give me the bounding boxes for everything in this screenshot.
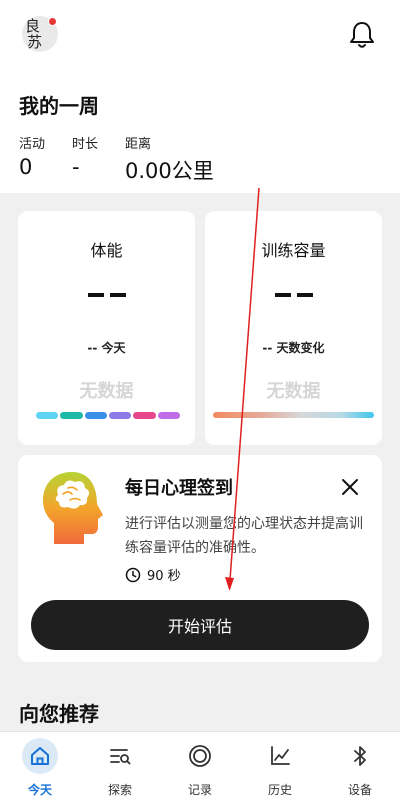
start-assessment-button[interactable]: 开始评估 bbox=[31, 600, 369, 650]
avatar-char: 苏 bbox=[27, 33, 43, 51]
fitness-bar-segment bbox=[133, 412, 156, 419]
capacity-gradient-bar bbox=[213, 412, 374, 418]
fitness-bar-segment bbox=[157, 412, 180, 419]
fitness-card[interactable]: 体能 -- 今天 无数据 bbox=[18, 211, 195, 445]
fitness-bar-segment bbox=[36, 412, 59, 419]
tab-explore[interactable]: 探索 bbox=[80, 732, 160, 804]
duration-text: 90 秒 bbox=[147, 569, 181, 584]
fitness-level-bar bbox=[36, 412, 180, 419]
fitness-value-placeholder bbox=[18, 293, 195, 297]
tab-label: 设备 bbox=[347, 783, 372, 797]
fitness-bar-segment bbox=[84, 412, 107, 419]
checkin-duration: 90 秒 bbox=[125, 565, 181, 584]
fitness-title: 体能 bbox=[90, 241, 123, 260]
record-icon bbox=[189, 745, 211, 767]
explore-icon bbox=[110, 749, 131, 765]
checkin-title: 每日心理签到 bbox=[125, 478, 233, 499]
stat-value: 0.00公里 bbox=[125, 159, 214, 183]
tab-label: 探索 bbox=[107, 783, 132, 797]
close-icon[interactable] bbox=[337, 474, 363, 500]
head-brain-icon bbox=[43, 472, 103, 544]
checkin-description: 进行评估以测量您的心理状态并提高训练容量评估的准确性。 bbox=[125, 516, 363, 556]
tab-history[interactable]: 历史 bbox=[240, 732, 320, 804]
clock-icon bbox=[125, 567, 141, 582]
avatar-char: 良 bbox=[25, 17, 41, 35]
stat-label: 时长 bbox=[72, 137, 99, 152]
tab-label: 今天 bbox=[27, 783, 52, 797]
stat-duration: 时长 - bbox=[72, 133, 98, 179]
history-chart-icon bbox=[271, 746, 290, 765]
tab-record[interactable]: 记录 bbox=[160, 732, 240, 804]
notification-dot bbox=[48, 17, 57, 26]
tab-label: 历史 bbox=[267, 783, 292, 797]
tab-devices[interactable]: 设备 bbox=[320, 732, 400, 804]
fitness-bar-segment bbox=[60, 412, 83, 419]
week-title: 我的一周 bbox=[19, 94, 99, 118]
bottom-tab-bar: 今天 探索 记录 历史 设备 bbox=[0, 731, 400, 804]
fitness-bar-segment bbox=[108, 412, 132, 419]
header-section: 良 苏 我的一周 活动 0 时长 - 距离 0.00公里 bbox=[0, 0, 400, 193]
stat-value: - bbox=[72, 155, 80, 179]
capacity-value-placeholder bbox=[205, 293, 382, 297]
bell-icon[interactable] bbox=[348, 20, 376, 50]
stat-activity: 活动 0 bbox=[19, 133, 45, 179]
stat-label: 距离 bbox=[125, 137, 152, 152]
stat-value: 0 bbox=[19, 155, 33, 179]
fitness-no-data: 无数据 bbox=[79, 381, 134, 402]
stat-distance: 距离 0.00公里 bbox=[125, 133, 214, 185]
training-capacity-card[interactable]: 训练容量 -- 天数变化 无数据 bbox=[205, 211, 382, 445]
tab-today[interactable]: 今天 bbox=[0, 732, 80, 804]
home-icon bbox=[31, 747, 49, 765]
capacity-no-data: 无数据 bbox=[266, 381, 321, 402]
capacity-title: 训练容量 bbox=[261, 241, 326, 260]
tab-label: 记录 bbox=[187, 783, 212, 797]
capacity-subtitle: -- 天数变化 bbox=[262, 341, 325, 355]
recommend-title: 向您推荐 bbox=[19, 702, 99, 726]
fitness-subtitle: -- 今天 bbox=[87, 341, 126, 355]
bluetooth-icon bbox=[354, 746, 366, 766]
stat-label: 活动 bbox=[19, 137, 46, 152]
